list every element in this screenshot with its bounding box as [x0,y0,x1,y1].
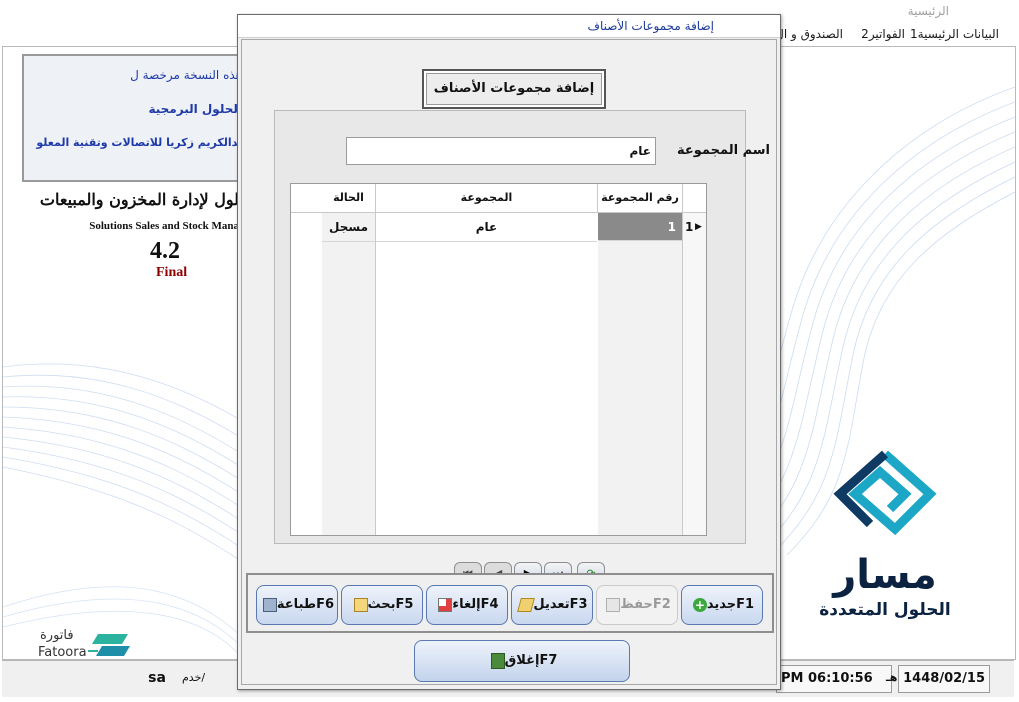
cancel-button[interactable]: إلغاءF4 [426,585,508,625]
save-button[interactable]: حفظF2 [596,585,678,625]
product-name-english: Solutions Sales and Stock Mana [89,220,239,232]
menu-item-invoices[interactable]: 2الفواتير [861,27,905,41]
row-indicator[interactable]: 1 ▶ [683,213,706,241]
dialog-title: إضافة مجموعات الأصناف [587,19,715,33]
fatoora-logo-english: Fatoora [38,645,87,660]
main-window-title: الرئيسية [907,4,949,18]
license-line-3: عبدالكريم زكريا للاتصالات وتقنية المعلو [36,136,250,149]
row-group-number[interactable]: 1 [598,213,682,241]
action-toolbar: + جديدF1 حفظF2 تعديلF3 إلغاءF4 بحثF5 طباع… [246,573,774,633]
edit-button[interactable]: تعديلF3 [511,585,593,625]
printer-icon [262,597,277,612]
license-box: هذه النسخة مرخصة ل الحلول البرمجية عبدال… [22,54,250,182]
status-user: sa [148,670,166,686]
row-group-name[interactable]: عام [376,213,597,242]
edition-label: Final [156,265,188,280]
product-name-arabic: لول لإدارة المخزون والمبيعات [39,190,239,209]
fatoora-logo-arabic: فاتورة [40,628,74,643]
grid-header-group-number[interactable]: رقم المجموعة [598,184,683,213]
print-button[interactable]: طباعةF6 [256,585,338,625]
license-line-1: هذه النسخة مرخصة ل [130,68,242,82]
status-date-suffix: هـ [886,671,898,684]
version-number: 4.2 [150,238,180,264]
search-button[interactable]: بحثF5 [341,585,423,625]
grid-column-indicator [683,213,706,535]
new-button[interactable]: + جديدF1 [681,585,763,625]
fatoora-mark-icon [88,634,130,656]
search-icon [353,597,368,612]
group-name-input[interactable] [346,137,656,165]
save-icon [606,597,621,612]
add-item-groups-dialog: إضافة مجموعات الأصناف إضافة مجموعات الأص… [237,14,781,690]
delete-icon [438,597,453,612]
masar-logo-text: مسار [833,552,937,598]
fatoora-logo: فاتورة Fatoora [38,628,138,662]
grid-header-status[interactable]: الحالة [322,184,376,213]
group-name-label: اسم المجموعة [677,143,771,158]
current-row-arrow-icon: ▶ [695,222,702,232]
masar-logo-subtitle: الحلول المتعددة [819,600,951,620]
grid-header-group[interactable]: المجموعة [376,184,598,213]
status-date: 1448/02/15 [898,665,990,693]
dialog-body: إضافة مجموعات الأصناف اسم المجموعة الحال… [241,39,777,685]
close-button[interactable]: إغلاقF7 [414,640,630,682]
dialog-header: إضافة مجموعات الأصناف [422,69,606,109]
grid-header-indicator [683,184,706,213]
row-indicator-number: 1 [685,220,694,234]
license-line-2: الحلول البرمجية [148,102,242,116]
grid-column-group-number [598,213,683,535]
masar-mark-icon [833,450,937,536]
grid-header-empty [291,184,323,213]
status-time: PM 06:10:56 [776,665,892,693]
groups-grid: الحالة المجموعة رقم المجموعة مسجل عام 1 … [290,183,707,536]
status-user-label: خدم/ [182,671,206,684]
masar-logo [800,444,970,558]
dialog-title-bar[interactable]: إضافة مجموعات الأصناف [238,15,780,38]
grid-column-status [322,213,376,535]
add-icon: + [692,597,707,612]
row-status[interactable]: مسجل [322,213,375,242]
exit-door-icon [490,652,505,669]
menu-item-main-data[interactable]: 1البيانات الرئيسية [910,27,999,41]
